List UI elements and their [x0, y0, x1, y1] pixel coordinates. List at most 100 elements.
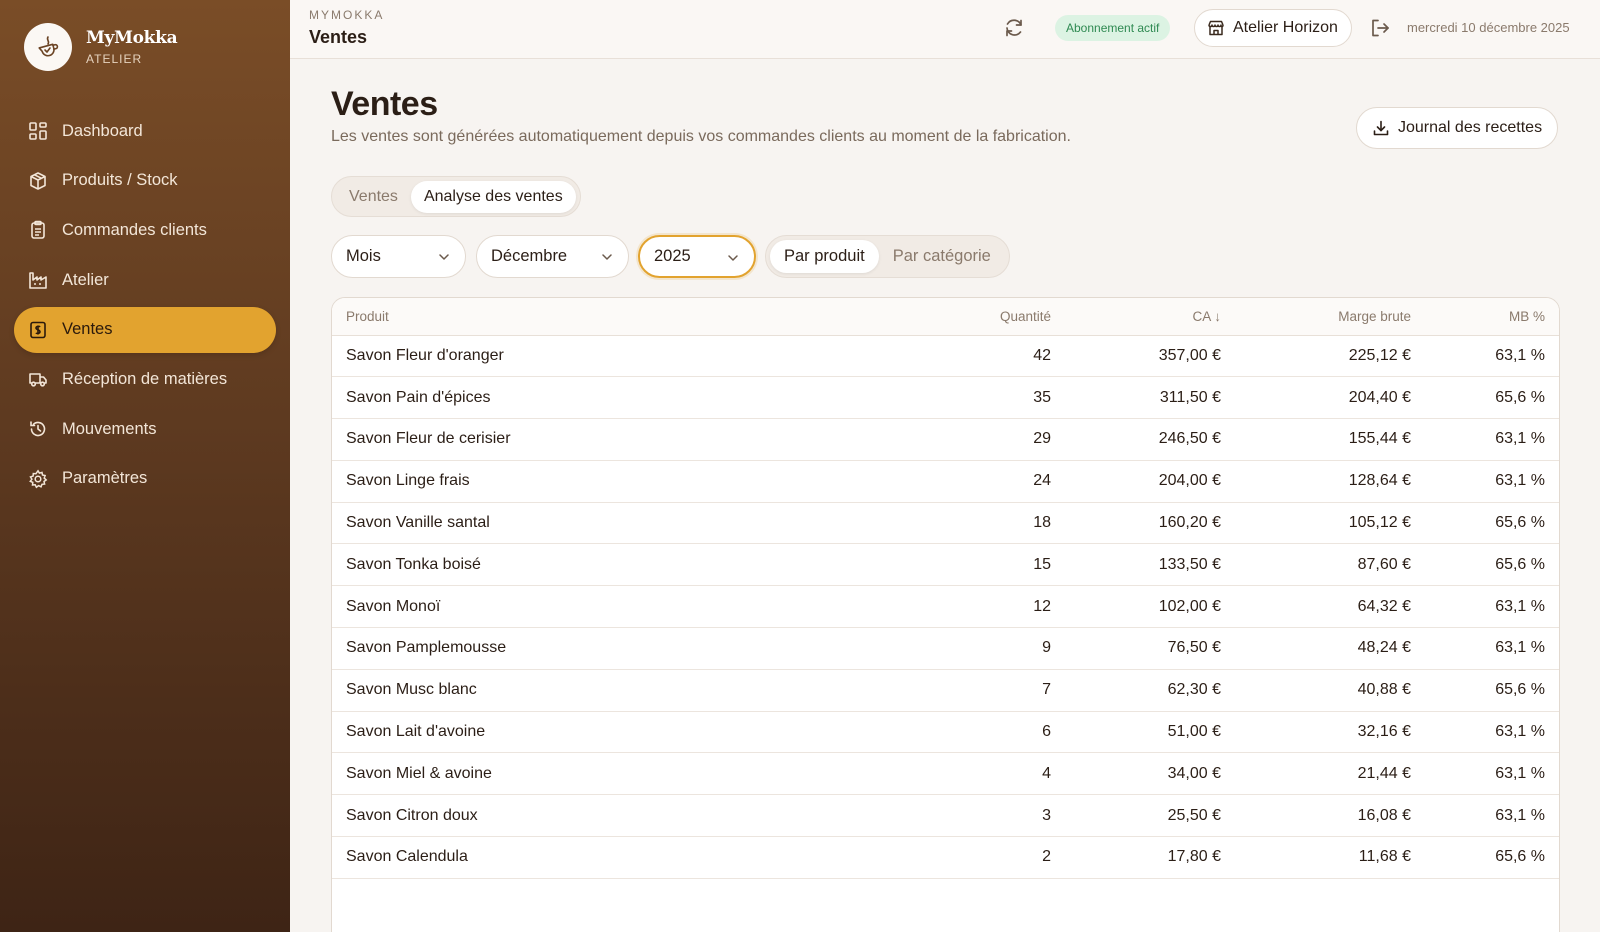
- toggle-par-produit[interactable]: Par produit: [770, 240, 879, 273]
- sidebar-item-label: Produits / Stock: [62, 171, 178, 190]
- sidebar-item-dashboard[interactable]: Dashboard: [14, 108, 276, 154]
- cell-ca: 62,30 €: [1065, 669, 1235, 712]
- table-row: Savon Citron doux 3 25,50 €16,08 €63,1 %: [332, 794, 1559, 838]
- sidebar-nav: Dashboard Produits / Stock Commandes cli…: [14, 108, 276, 506]
- cell-ca: 34,00 €: [1065, 752, 1235, 796]
- clipboard-icon: [31, 221, 45, 240]
- cell-produit: Savon Miel & avoine: [332, 752, 892, 796]
- sidebar-item-label: Atelier: [62, 270, 109, 289]
- journal-recettes-label: Journal des recettes: [1398, 119, 1543, 136]
- sidebar-item-products[interactable]: Produits / Stock: [14, 158, 276, 204]
- column-header-produit[interactable]: Produit: [332, 298, 892, 336]
- tab-ventes[interactable]: Ventes: [336, 181, 411, 213]
- toggle-par-categorie[interactable]: Par catégorie: [879, 240, 1005, 273]
- cell-marge-brute: 11,68 €: [1235, 836, 1425, 879]
- table-row: Savon Miel & avoine 4 34,00 €21,44 €63,1 %: [332, 752, 1559, 796]
- cell-mb-pct: 63,1 %: [1425, 585, 1559, 629]
- cell-mb-pct: 63,1 %: [1425, 752, 1559, 796]
- sidebar-item-label: Paramètres: [62, 469, 148, 488]
- refresh-button[interactable]: [1002, 16, 1026, 40]
- factory-icon: [29, 272, 47, 289]
- cell-mb-pct: 65,6 %: [1425, 502, 1559, 545]
- table-row: Savon Lait d'avoine 6 51,00 €32,16 €63,1 %: [332, 711, 1559, 754]
- cell-ca: 160,20 €: [1065, 502, 1235, 545]
- brand-subtitle: ATELIER: [86, 52, 143, 66]
- tab-analyse-des-ventes[interactable]: Analyse des ventes: [410, 181, 576, 213]
- cell-ca: 25,50 €: [1065, 794, 1235, 838]
- cell-ca: 17,80 €: [1065, 836, 1235, 879]
- sidebar-item-parametres[interactable]: Paramètres: [14, 456, 276, 502]
- sidebar-item-label: Ventes: [62, 320, 113, 339]
- column-header-quantite[interactable]: Quantité: [892, 298, 1065, 336]
- cell-quantite: 3: [892, 794, 1065, 838]
- coffee-cup-logo-icon: [24, 23, 72, 71]
- cell-marge-brute: 40,88 €: [1235, 669, 1425, 712]
- current-date: mercredi 10 décembre 2025: [1407, 20, 1570, 35]
- sidebar-item-mouvements[interactable]: Mouvements: [14, 406, 276, 452]
- cell-produit: Savon Linge frais: [332, 460, 892, 503]
- sidebar-item-ventes[interactable]: Ventes: [14, 306, 276, 353]
- cell-quantite: 9: [892, 627, 1065, 670]
- cell-mb-pct: 63,1 %: [1425, 460, 1559, 503]
- month-select-value: Décembre: [491, 247, 568, 265]
- year-select[interactable]: 2025: [638, 235, 756, 278]
- workshop-switcher-button[interactable]: Atelier Horizon: [1194, 9, 1352, 47]
- logout-button[interactable]: [1368, 16, 1392, 40]
- cell-quantite: 7: [892, 669, 1065, 712]
- table-row: Savon Calendula 2 17,80 €11,68 €65,6 %: [332, 836, 1559, 879]
- cell-quantite: 42: [892, 335, 1065, 378]
- cell-produit: Savon Fleur de cerisier: [332, 418, 892, 461]
- period-select[interactable]: Mois: [331, 235, 466, 278]
- cell-ca: 133,50 €: [1065, 543, 1235, 587]
- cell-produit: Savon Pamplemousse: [332, 627, 892, 670]
- cell-mb-pct: 63,1 %: [1425, 627, 1559, 670]
- cell-ca: 246,50 €: [1065, 418, 1235, 461]
- box-icon: [30, 171, 46, 190]
- cell-ca: 311,50 €: [1065, 376, 1235, 420]
- column-header-ca[interactable]: CA ↓: [1065, 298, 1235, 336]
- table-row: Savon Fleur d'oranger 42 357,00 €225,12 €6…: [332, 335, 1559, 378]
- table-row: Savon Tonka boisé 15 133,50 €87,60 €65,6 %: [332, 543, 1559, 587]
- sidebar-item-orders[interactable]: Commandes clients: [14, 207, 276, 253]
- cell-ca: 357,00 €: [1065, 335, 1235, 378]
- cell-produit: Savon Musc blanc: [332, 669, 892, 712]
- column-header-mb-pct[interactable]: MB %: [1425, 298, 1559, 336]
- table-row: Savon Pamplemousse 9 76,50 €48,24 €63,1 %: [332, 627, 1559, 670]
- cell-mb-pct: 63,1 %: [1425, 794, 1559, 838]
- chevron-down-icon: [602, 254, 612, 260]
- cell-marge-brute: 225,12 €: [1235, 335, 1425, 378]
- table-row: Savon Monoï 12 102,00 €64,32 €63,1 %: [332, 585, 1559, 629]
- cell-produit: Savon Pain d'épices: [332, 376, 892, 420]
- chevron-down-icon: [439, 254, 449, 260]
- chevron-down-icon: [728, 255, 738, 261]
- subscription-status-badge: Abonnement actif: [1055, 15, 1171, 41]
- cell-quantite: 12: [892, 585, 1065, 629]
- cell-quantite: 15: [892, 543, 1065, 587]
- month-select[interactable]: Décembre: [476, 235, 629, 278]
- sidebar-item-atelier[interactable]: Atelier: [14, 257, 276, 303]
- sidebar-item-reception[interactable]: Réception de matières: [14, 356, 276, 402]
- journal-recettes-button[interactable]: Journal des recettes: [1356, 107, 1559, 149]
- page-subtitle: Les ventes sont générées automatiquement…: [331, 128, 1071, 145]
- cell-quantite: 24: [892, 460, 1065, 503]
- sidebar-item-label: Réception de matières: [62, 369, 228, 388]
- brand-name: MyMokka: [86, 28, 178, 48]
- cell-mb-pct: 65,6 %: [1425, 669, 1559, 712]
- cell-produit: Savon Calendula: [332, 836, 892, 879]
- grouping-toggle: Par produit Par catégorie: [765, 235, 1010, 278]
- receipt-icon: [30, 321, 46, 339]
- cell-produit: Savon Monoï: [332, 585, 892, 629]
- cell-marge-brute: 48,24 €: [1235, 627, 1425, 670]
- download-icon: [1373, 120, 1389, 136]
- cell-produit: Savon Citron doux: [332, 794, 892, 838]
- cell-marge-brute: 32,16 €: [1235, 711, 1425, 754]
- page-title: Ventes: [331, 85, 438, 123]
- cell-marge-brute: 105,12 €: [1235, 502, 1425, 545]
- column-header-marge-brute[interactable]: Marge brute: [1235, 298, 1425, 336]
- dashboard-icon: [29, 122, 47, 140]
- cell-mb-pct: 63,1 %: [1425, 418, 1559, 461]
- cell-marge-brute: 64,32 €: [1235, 585, 1425, 629]
- truck-icon: [29, 373, 47, 388]
- refresh-icon: [1006, 19, 1022, 37]
- cell-marge-brute: 155,44 €: [1235, 418, 1425, 461]
